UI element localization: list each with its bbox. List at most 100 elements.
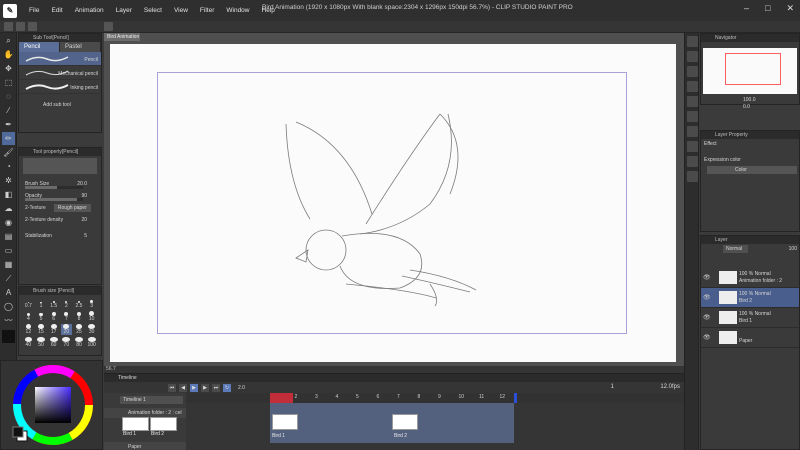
brush-size-slider[interactable] [25,186,83,189]
brush-size-option[interactable]: 5 [36,311,47,322]
canvas-paper[interactable] [110,44,676,362]
eraser-icon[interactable]: ◧ [2,188,15,201]
save-icon[interactable] [28,22,37,31]
next-frame-button[interactable]: ▶ [201,383,209,392]
brush-size-option[interactable]: 30 [86,324,97,335]
animation-track[interactable]: Bird 1 Bird 2 [270,403,514,443]
sub-tool-pencil[interactable]: Pencil [19,52,101,66]
eyedropper-icon[interactable]: ⁄ [2,104,15,117]
ruler-icon[interactable]: ⟋ [2,272,15,285]
brush-size-option[interactable]: 80 [74,337,85,348]
pen-icon[interactable]: ✒ [2,118,15,131]
menu-animation[interactable]: Animation [69,7,110,14]
menu-filter[interactable]: Filter [194,7,220,14]
prev-frame-button[interactable]: ◀ [179,383,187,392]
correct-line-icon[interactable]: 〰 [2,314,15,327]
close-button[interactable]: ✕ [786,3,794,14]
brush-size-row[interactable]: Brush Size 20.0 [19,178,101,190]
first-frame-button[interactable]: ⏮ [168,383,176,392]
brush-size-option[interactable]: 1.5 [48,298,59,309]
new-icon[interactable] [4,22,13,31]
layer-row[interactable]: 👁 100 % Normal Animation folder : 2 [701,268,799,288]
brush-size-option[interactable]: 1 [36,298,47,309]
brush-size-option[interactable]: 70 [61,337,72,348]
texture-density-row[interactable]: 2-Texture density 20 [19,214,101,226]
brush-size-option[interactable]: 2.5 [74,298,85,309]
opacity-row[interactable]: Opacity 90 [19,190,101,202]
layer-row[interactable]: 👁 100 % Normal Bird 1 [701,308,799,328]
menu-select[interactable]: Select [138,7,168,14]
layer-row[interactable]: 👁 Paper [701,328,799,348]
play-button[interactable]: ▶ [190,383,198,392]
add-sub-tool-button[interactable]: Add sub tool [19,94,101,108]
open-icon[interactable] [16,22,25,31]
expression-color-select[interactable]: Color [707,166,797,174]
brush-size-option[interactable]: 17 [48,324,59,335]
stabilization-row[interactable]: Stabilization 5 [19,230,101,242]
minimize-button[interactable]: – [744,3,749,14]
brush-size-option[interactable]: 6 [48,311,59,322]
brush-size-option[interactable]: 12 [23,324,34,335]
sub-tool-inking-pencil[interactable]: Inking pencil [19,80,101,94]
color-set-icon[interactable] [687,141,698,152]
navigator-viewport-rect[interactable] [725,53,781,85]
history-icon[interactable] [687,81,698,92]
opacity-slider[interactable] [25,198,83,201]
texture-row[interactable]: 2-Texture Rough paper [19,202,101,214]
cel-bird-1[interactable] [272,414,298,430]
menu-window[interactable]: Window [220,7,255,14]
brush-size-option[interactable]: 50 [36,337,47,348]
gradient-icon[interactable]: ▤ [2,230,15,243]
track-paper[interactable]: Paper [104,442,186,450]
menu-view[interactable]: View [168,7,194,14]
blend-icon[interactable]: ☁ [2,202,15,215]
brush-size-option[interactable]: 4 [23,311,34,322]
eye-icon[interactable]: 👁 [703,294,711,301]
pencil-icon[interactable]: ✏ [2,132,15,145]
brush-size-option[interactable]: 60 [48,337,59,348]
airbrush-icon[interactable]: ◔ [2,160,15,173]
decoration-icon[interactable]: ✲ [2,174,15,187]
menu-layer[interactable]: Layer [110,7,138,14]
material-icon[interactable] [687,51,698,62]
brush-size-option[interactable]: 10 [86,311,97,322]
navigator-icon[interactable] [687,36,698,47]
main-color-swatch[interactable] [2,330,15,343]
quick-access-icon[interactable] [687,126,698,137]
layer-row[interactable]: 👁 100 % Normal Bird 2 [701,288,799,308]
intermediate-color-icon[interactable] [687,171,698,182]
timeline-ruler[interactable]: 123456789101112 [186,393,684,403]
brush-size-option[interactable]: 100 [86,337,97,348]
eye-icon[interactable]: 👁 [703,314,711,321]
brush-size-option[interactable]: 0.7 [23,298,34,309]
navigator-preview[interactable] [703,48,797,94]
brush-icon[interactable]: 🖌 [2,146,15,159]
navigator-zoom[interactable]: 100.0 [743,97,756,103]
menu-edit[interactable]: Edit [45,7,68,14]
hand-icon[interactable]: ✋ [2,48,15,61]
balloon-icon[interactable]: ◯ [2,300,15,313]
frame-icon[interactable]: ▦ [2,258,15,271]
fill-icon[interactable]: ◉ [2,216,15,229]
tab-pencil[interactable]: Pencil [19,42,60,52]
brush-size-option[interactable]: 25 [74,324,85,335]
cel-bird-2[interactable] [392,414,418,430]
end-frame-marker[interactable] [514,393,517,403]
brush-size-option[interactable]: 20 [61,324,72,335]
figure-icon[interactable]: ▭ [2,244,15,257]
loop-button[interactable]: ↻ [223,383,231,392]
navigator-rotate[interactable]: 0.0 [743,104,750,110]
layer-search-icon[interactable] [687,66,698,77]
maximize-button[interactable]: □ [765,3,770,14]
sub-tool-mechanical-pencil[interactable]: Mechanical pencil [19,66,101,80]
timeline-name-select[interactable]: Timeline 1 [120,396,183,404]
eye-icon[interactable]: 👁 [703,274,711,281]
zoom-icon[interactable]: ⌕ [2,34,15,47]
auto-action-icon[interactable] [687,111,698,122]
brush-size-option[interactable]: 3 [86,298,97,309]
select-icon[interactable]: ⬚ [2,76,15,89]
tab-pastel[interactable]: Pastel [60,42,101,52]
brush-size-option[interactable]: 7 [61,311,72,322]
blend-mode-select[interactable]: Normal [723,245,749,253]
canvas-tab[interactable]: Bird Animation [104,33,140,41]
